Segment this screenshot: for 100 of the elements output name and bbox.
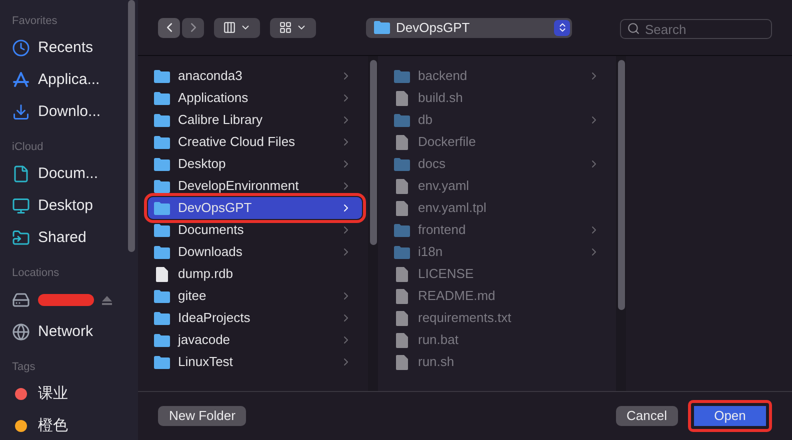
file-name: Creative Cloud Files [178,133,296,152]
file-row[interactable]: run.sh [388,351,610,373]
file-name: Applications [178,89,250,108]
file-row[interactable]: Dockerfile [388,131,610,153]
file-row[interactable]: run.bat [388,329,610,351]
file-row[interactable]: docs [388,153,610,175]
file-row[interactable]: gitee [148,285,362,307]
forward-button[interactable] [182,18,204,38]
cancel-button[interactable]: Cancel [616,406,678,426]
file-row[interactable]: DevelopEnvironment [148,175,362,197]
sidebar-label: 橙色 [38,416,68,436]
back-button[interactable] [158,18,180,38]
eject-icon[interactable] [102,296,112,304]
file-name: gitee [178,287,208,306]
file-row[interactable]: frontend [388,219,610,241]
file-row[interactable]: dump.rdb [148,263,362,285]
section-header: Favorites [12,14,58,28]
folder-icon [394,70,410,82]
drive-icon [12,291,30,309]
file-icon [396,200,408,216]
file-icon [396,332,408,348]
folder-icon [154,290,170,302]
file-row[interactable]: LICENSE [388,263,610,285]
desktop-icon [12,197,30,215]
folder-icon [154,158,170,170]
sidebar-item[interactable]: Applica... [12,64,138,96]
sidebar-label: Docum... [38,164,98,184]
file-row[interactable]: Documents [148,219,362,241]
shared-folder-icon [12,229,30,247]
sidebar-label: Network [38,322,94,342]
file-name: javacode [178,331,232,350]
sidebar-item[interactable]: Docum... [12,158,138,190]
file-row[interactable]: i18n [388,241,610,263]
file-name: env.yaml [418,177,470,196]
location-popup[interactable]: DevOpsGPT [366,18,572,38]
file-name: dump.rdb [178,265,234,284]
file-name: run.bat [418,331,460,350]
file-icon [396,310,408,326]
file-row[interactable]: backend [388,65,610,87]
view-mode-button[interactable] [214,18,260,38]
file-row[interactable]: Desktop [148,153,362,175]
sidebar-item[interactable]: Desktop [12,190,138,222]
sidebar-item[interactable]: Downlo... [12,96,138,128]
sidebar-item[interactable]: Recents [12,32,138,64]
file-row[interactable]: IdeaProjects [148,307,362,329]
folder-icon [154,224,170,236]
file-row[interactable]: Applications [148,87,362,109]
file-name: db [418,111,434,130]
file-row[interactable]: Downloads [148,241,362,263]
file-row[interactable]: db [388,109,610,131]
file-row[interactable]: env.yaml.tpl [388,197,610,219]
sidebar-label: Desktop [38,196,94,216]
file-icon [396,288,408,304]
file-name: docs [418,155,446,174]
file-row[interactable]: build.sh [388,87,610,109]
file-row[interactable]: Calibre Library [148,109,362,131]
folder-icon [394,158,410,170]
folder-icon [154,136,170,148]
sidebar-label: Recents [38,38,94,58]
file-name: Downloads [178,243,244,262]
file-name: IdeaProjects [178,309,252,328]
sidebar-label: 课业 [38,384,68,404]
file-row[interactable]: anaconda3 [148,65,362,87]
file-icon [396,90,408,106]
group-button[interactable] [270,18,316,38]
file-name: backend [418,67,468,86]
file-row[interactable]: Creative Cloud Files [148,131,362,153]
file-row[interactable]: LinuxTest [148,351,362,373]
folder-icon [394,246,410,258]
folder-icon [154,356,170,368]
file-name: Desktop [178,155,227,174]
sidebar-item[interactable]: Shared [12,222,138,254]
file-row[interactable]: DevOpsGPT [148,197,362,219]
grid-icon [279,21,292,34]
globe-icon [12,323,30,341]
file-name: DevelopEnvironment [178,177,300,196]
new-folder-button[interactable]: New Folder [158,406,246,426]
search-icon [627,22,640,34]
file-name: Dockerfile [418,133,477,152]
open-button[interactable]: Open [688,400,772,432]
file-row[interactable]: README.md [388,285,610,307]
file-row[interactable]: env.yaml [388,175,610,197]
file-icon [396,178,408,194]
file-name: i18n [418,243,444,262]
sidebar-label: Shared [38,228,86,248]
sidebar-item[interactable]: 橙色 [12,410,138,440]
file-row[interactable]: requirements.txt [388,307,610,329]
file-name: README.md [418,287,496,306]
sidebar-item[interactable]: 课业 [12,378,138,410]
folder-icon [394,224,410,236]
search-field[interactable]: Search [620,19,772,39]
folder-icon [154,312,170,324]
file-icon [396,266,408,282]
folder-icon [154,334,170,346]
section-header: Locations [12,266,60,280]
folder-icon [154,246,170,258]
file-name: DevOpsGPT [178,199,253,218]
sidebar-item[interactable]: Network [12,316,138,348]
file-row[interactable]: javacode [148,329,362,351]
sidebar-label: Applica... [38,70,100,90]
